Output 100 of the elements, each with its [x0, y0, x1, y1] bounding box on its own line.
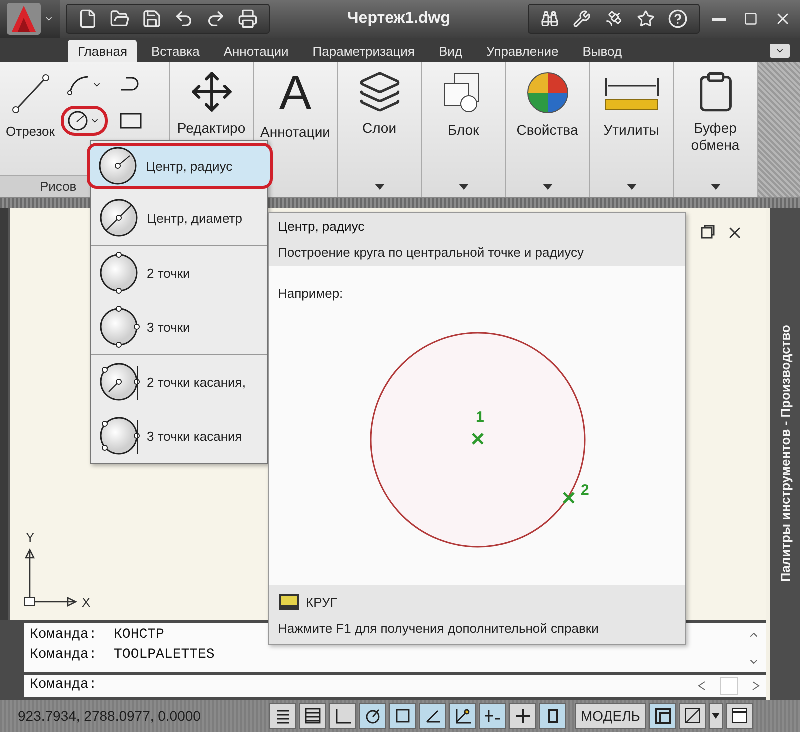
panel-expand-button[interactable]: [374, 183, 386, 191]
tooltip-description: Построение круга по центральной точке и радиусу: [278, 245, 585, 260]
maximize-icon: [744, 12, 758, 26]
star-icon: [637, 10, 655, 28]
menu-item-label: 2 точки касания,: [147, 374, 246, 390]
letter-icon: A: [279, 70, 312, 118]
circle-tool-button[interactable]: [60, 106, 108, 136]
menu-item-label: Центр, радиус: [146, 158, 233, 174]
line-tool-button[interactable]: Отрезок: [4, 68, 57, 175]
ucs-axes-icon: [24, 549, 77, 607]
ribbon-tab[interactable]: Параметризация: [302, 40, 425, 62]
status-toggle-button[interactable]: [389, 703, 416, 729]
ribbon-tab[interactable]: Аннотации: [214, 40, 299, 62]
ribbon-tab[interactable]: Вывод: [572, 40, 632, 62]
plus-icon: [514, 707, 532, 725]
drawing-view-button[interactable]: [679, 703, 706, 729]
arc-icon: [66, 74, 91, 96]
status-toggle-button[interactable]: [419, 703, 446, 729]
coordinates-readout: 923.7934, 2788.0977, 0.0000: [17, 708, 202, 724]
wrench-icon: [573, 10, 591, 28]
satellite-icon: [605, 10, 623, 28]
status-toggle-button[interactable]: [359, 703, 386, 729]
caret-icon: [712, 713, 720, 719]
menu-item-label: 3 точки касания: [147, 428, 242, 444]
command-line-text: Команда: КОНСТР: [30, 626, 164, 645]
scrollbar-thumb[interactable]: [720, 677, 738, 695]
point-label: 1: [476, 409, 484, 426]
ribbon-panel-button[interactable]: Свойства: [506, 68, 588, 141]
ribbon-tab[interactable]: Управление: [476, 40, 569, 62]
ribbon-tab[interactable]: Вид: [428, 40, 472, 62]
circle-icon: [66, 110, 89, 132]
application-menu-button[interactable]: [0, 0, 60, 38]
polar-icon: [364, 707, 382, 725]
axis-label: Y: [26, 530, 35, 545]
ribbon-panel-button[interactable]: Редактиро: [170, 68, 252, 139]
restore-icon[interactable]: [700, 224, 716, 240]
panel-expand-button[interactable]: [542, 183, 554, 191]
menu-item[interactable]: 3 точки касания: [91, 409, 267, 463]
status-toggle-button[interactable]: [539, 703, 566, 729]
menu-item[interactable]: 2 точки касания,: [91, 355, 267, 409]
ribbon-panel-button[interactable]: Слои: [338, 68, 420, 139]
dynamic-input-icon: [484, 707, 502, 725]
panel-expand-button[interactable]: [710, 183, 722, 191]
status-toggle-button[interactable]: [449, 703, 476, 729]
layout-icon: [654, 707, 672, 725]
window-title: Чертеж1.dwg: [346, 10, 452, 28]
menu-item[interactable]: 2 точки: [91, 246, 267, 300]
layout-view-button[interactable]: [649, 703, 676, 729]
axis-label: X: [82, 595, 91, 610]
palette-title: Палитры инструментов - Производство: [778, 325, 792, 583]
point-marker-icon: [562, 492, 576, 504]
menu-item[interactable]: Центр, радиус: [87, 143, 273, 189]
folder-icon: [110, 9, 130, 29]
ribbon-tab[interactable]: Вставка: [141, 40, 210, 62]
ribbon-panel-button[interactable]: A Аннотации: [254, 68, 336, 143]
status-toggle-button[interactable]: [509, 703, 536, 729]
example-label: Например:: [278, 286, 344, 301]
menu-item[interactable]: Центр, диаметр: [91, 191, 267, 245]
ribbon-panel-button[interactable]: Буфер обмена: [674, 68, 756, 156]
command-name: КРУГ: [306, 594, 338, 610]
status-toggle-button[interactable]: [299, 703, 326, 729]
tooltip-title: Центр, радиус: [278, 219, 366, 234]
rectangle-icon: [118, 111, 144, 131]
status-toggle-button[interactable]: [269, 703, 296, 729]
model-space-button[interactable]: МОДЕЛЬ: [575, 703, 646, 729]
redo-icon: [206, 9, 226, 29]
square-snap-icon: [394, 707, 412, 725]
menu-item-label: Центр, диаметр: [147, 210, 242, 226]
help-hint: Нажмите F1 для получения дополнительной справки: [278, 621, 600, 636]
status-menu-button[interactable]: [709, 703, 724, 729]
command-icon: [278, 593, 300, 611]
menu-item-label: 3 точки: [147, 320, 190, 334]
ribbon-tab[interactable]: Главная: [68, 40, 138, 62]
point-label: 2: [581, 482, 590, 499]
status-toggle-button[interactable]: [329, 703, 356, 729]
point-marker-icon: [472, 432, 484, 446]
color-wheel-icon: [524, 70, 570, 116]
panel-expand-button[interactable]: [458, 183, 470, 191]
command-line-text: Команда: TOOLPALETTES: [30, 646, 215, 665]
menu-item-label: 2 точки: [147, 266, 190, 280]
panel-title: Рисов: [40, 179, 77, 194]
layers-icon: [358, 70, 402, 114]
menu-item[interactable]: 3 точки: [91, 300, 267, 354]
panel-expand-button[interactable]: [626, 183, 638, 191]
ribbon-options-button[interactable]: [770, 44, 790, 58]
drawing-view-icon: [684, 707, 702, 725]
status-toggle-button[interactable]: [479, 703, 506, 729]
command-input-field[interactable]: Команда:: [24, 675, 766, 697]
ribbon-panel-button[interactable]: Блок: [422, 68, 504, 141]
grid-icon: [304, 707, 322, 725]
help-icon: [668, 9, 688, 29]
file-icon: [78, 9, 98, 29]
binoculars-icon: [541, 10, 559, 28]
scroll-right-icon[interactable]: [752, 681, 760, 691]
ribbon-panel-button[interactable]: Утилиты: [590, 68, 672, 141]
undo-icon: [174, 9, 194, 29]
scroll-left-icon[interactable]: [698, 681, 706, 691]
save-icon: [142, 9, 162, 29]
clean-screen-button[interactable]: [726, 703, 754, 729]
move-arrows-icon: [190, 70, 234, 114]
